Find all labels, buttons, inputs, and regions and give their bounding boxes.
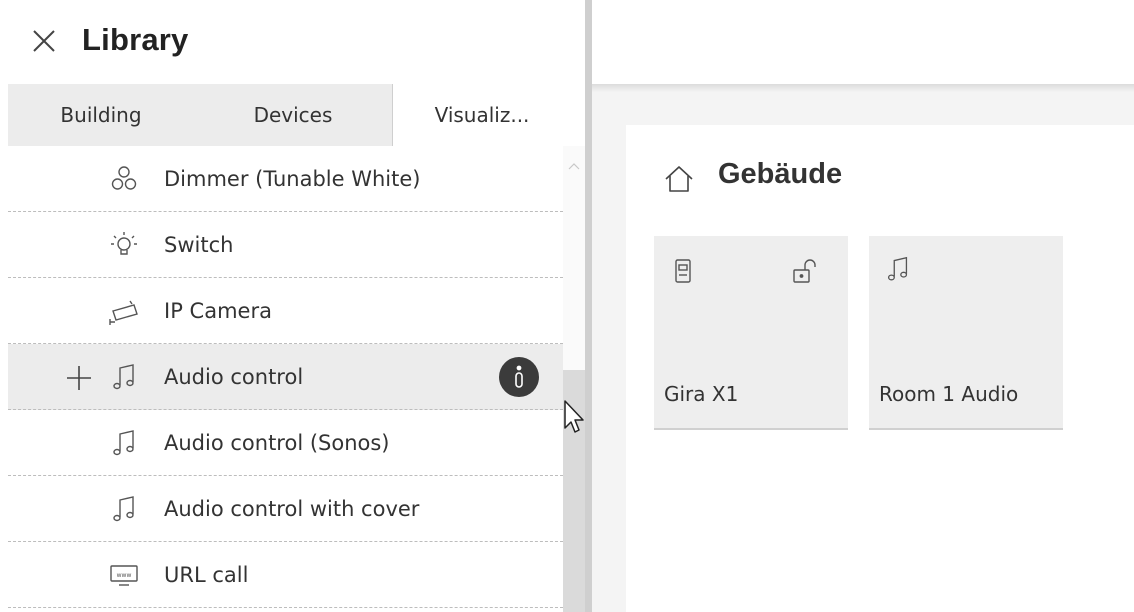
library-panel: Library Building Devices Visualiz... Dim… xyxy=(0,0,585,612)
add-plus-icon[interactable] xyxy=(64,363,94,393)
list-item-audio-control-sonos[interactable]: Audio control (Sonos) xyxy=(8,410,563,476)
tab-devices[interactable]: Devices xyxy=(194,84,392,146)
chevron-up-icon[interactable] xyxy=(567,156,581,170)
list-item-switch[interactable]: Switch xyxy=(8,212,563,278)
list-item-label: Audio control xyxy=(164,365,304,389)
section-title: Gebäude xyxy=(718,158,843,190)
panel-splitter[interactable] xyxy=(585,0,592,612)
library-tabs: Building Devices Visualiz... xyxy=(8,84,585,146)
tile-gira-x1[interactable]: Gira X1 xyxy=(654,236,848,430)
tab-visualization[interactable]: Visualiz... xyxy=(392,84,571,146)
list-item-ip-camera[interactable]: IP Camera xyxy=(8,278,563,344)
list-item-dimmer-tunable-white[interactable]: Dimmer (Tunable White) xyxy=(8,146,563,212)
list-item-label: Audio control with cover xyxy=(164,497,420,521)
canvas-shadow xyxy=(592,84,1134,92)
list-item-label: URL call xyxy=(164,563,249,587)
device-icon xyxy=(668,256,698,286)
list-item-url-call[interactable]: www URL call xyxy=(8,542,563,608)
library-item-list: Dimmer (Tunable White) Switch IP Camera … xyxy=(8,146,563,612)
list-scrollbar-thumb[interactable] xyxy=(563,370,585,612)
list-item-label: Switch xyxy=(164,233,234,257)
library-header: Library xyxy=(0,0,585,84)
music-note-icon xyxy=(883,254,913,284)
svg-text:www: www xyxy=(117,572,132,579)
tile-room-1-audio[interactable]: Room 1 Audio xyxy=(869,236,1063,430)
house-icon xyxy=(662,162,696,196)
music-note-icon xyxy=(108,493,140,525)
light-bulb-icon xyxy=(108,229,140,261)
canvas-toolbar-area xyxy=(592,0,1134,84)
url-www-icon: www xyxy=(108,559,140,591)
list-item-audio-control-with-cover[interactable]: Audio control with cover xyxy=(8,476,563,542)
music-note-icon xyxy=(108,361,140,393)
close-icon[interactable] xyxy=(30,27,58,55)
music-note-icon xyxy=(108,427,140,459)
tunable-white-icon xyxy=(108,163,140,195)
info-icon[interactable] xyxy=(499,357,539,397)
list-item-audio-control[interactable]: Audio control xyxy=(8,344,563,410)
list-item-label: Dimmer (Tunable White) xyxy=(164,167,421,191)
ip-camera-icon xyxy=(108,295,140,327)
tab-building[interactable]: Building xyxy=(8,84,194,146)
list-item-label: IP Camera xyxy=(164,299,272,323)
tile-label: Room 1 Audio xyxy=(879,382,1019,406)
unlocked-padlock-icon xyxy=(790,256,820,286)
list-item-label: Audio control (Sonos) xyxy=(164,431,390,455)
library-title: Library xyxy=(82,22,189,57)
tile-label: Gira X1 xyxy=(664,382,739,406)
